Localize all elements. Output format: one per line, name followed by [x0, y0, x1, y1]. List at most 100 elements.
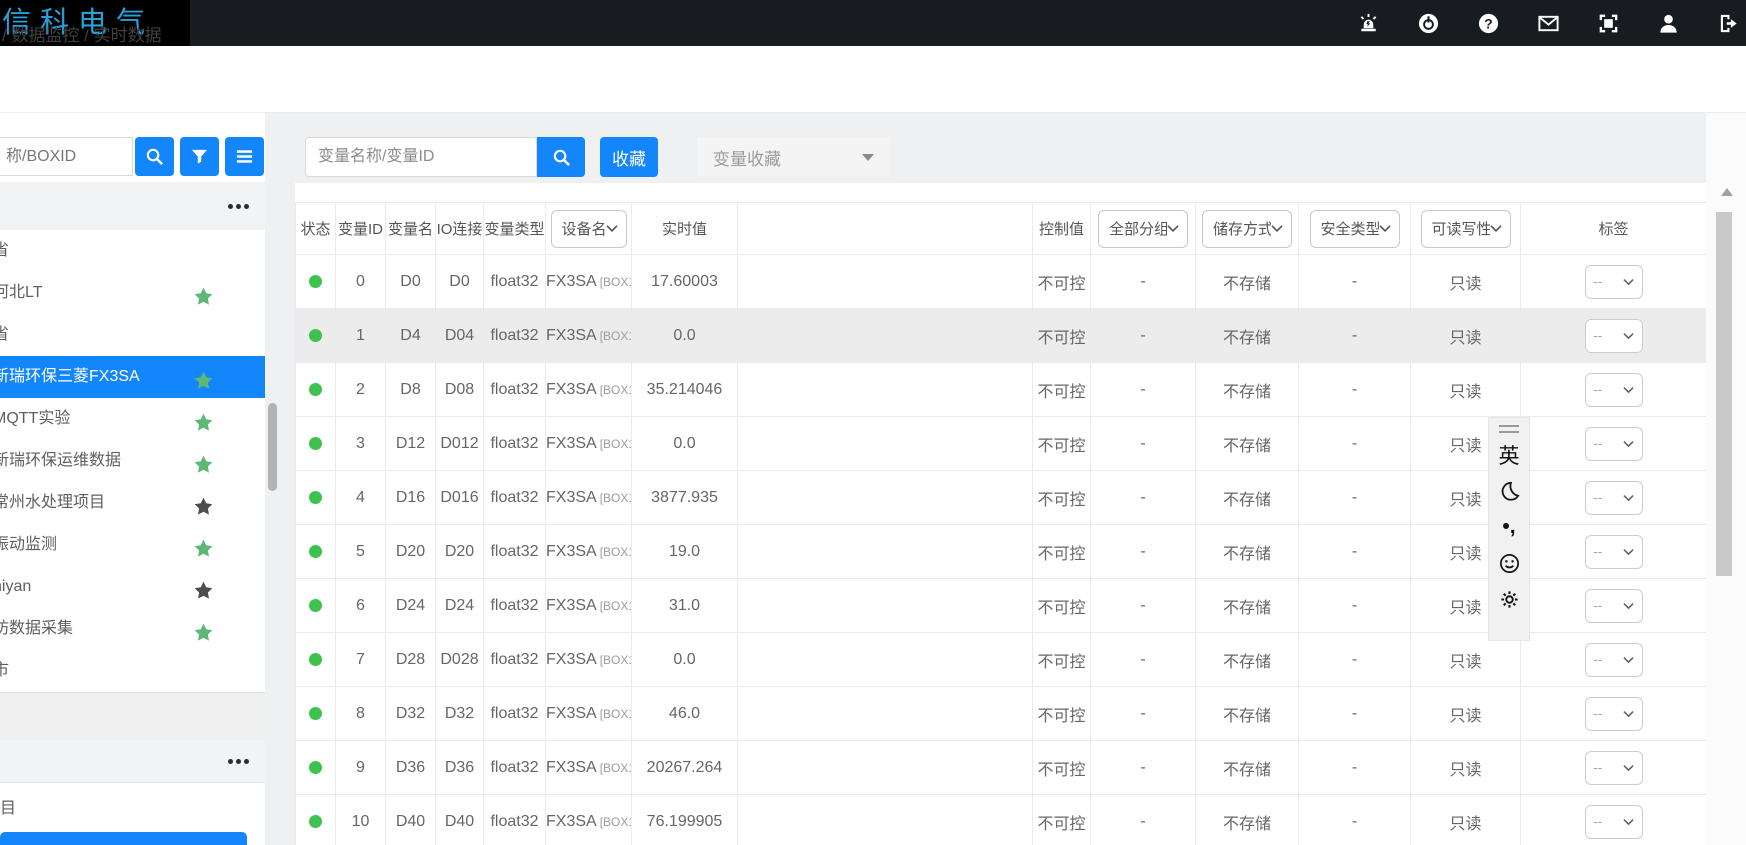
more-options-icon[interactable] [225, 759, 249, 764]
create-project-button[interactable]: 创建项目 [0, 832, 247, 845]
cell-value: 0.0 [632, 417, 738, 471]
column-header: 变量类型 [484, 203, 546, 255]
tree-item[interactable]: 省 [0, 230, 265, 272]
favorite-star-icon[interactable] [193, 618, 214, 639]
project-search-button[interactable] [135, 137, 174, 176]
tree-item[interactable]: 坊数据采集 [0, 608, 265, 650]
tree-item[interactable]: 市 [0, 650, 265, 692]
column-filter-select[interactable]: 设备名称 [551, 210, 627, 248]
tag-select[interactable]: -- [1585, 427, 1643, 461]
cell-text: 不存储 [1223, 654, 1271, 671]
tag-select[interactable]: -- [1585, 373, 1643, 407]
favorite-star-icon[interactable] [193, 450, 214, 471]
ime-smiley-icon[interactable] [1489, 545, 1529, 581]
favorite-star-icon[interactable] [193, 408, 214, 429]
cell-control: 不可控 [1033, 579, 1091, 633]
project-filter-button[interactable] [180, 137, 219, 176]
column-filter-select[interactable]: 储存方式 [1202, 210, 1292, 248]
tag-select[interactable]: -- [1585, 751, 1643, 785]
tree-item[interactable]: hiyan [0, 566, 265, 608]
tag-select[interactable]: -- [1585, 643, 1643, 677]
ime-punct-icon[interactable]: •, [1489, 509, 1529, 545]
ime-moon-icon[interactable] [1489, 473, 1529, 509]
tree-section-header [0, 740, 265, 783]
favorite-star-icon[interactable] [193, 366, 214, 387]
favorite-select[interactable]: 变量收藏 [697, 137, 890, 177]
chevron-down-icon [1379, 224, 1391, 233]
table-row[interactable]: 9D36D36float32FX3SA[BOX1]20267.264不可控-不存… [296, 741, 1707, 795]
cell-tag: -- [1521, 525, 1707, 579]
project-list-button[interactable] [225, 137, 264, 176]
scrollbar-thumb[interactable] [1716, 212, 1732, 576]
device-box-id: [BOX1] [600, 707, 632, 721]
filter-select-label: 可读写性 [1432, 218, 1490, 239]
cell-io: D36 [436, 741, 484, 795]
sidebar-scrollbar-thumb[interactable] [268, 403, 277, 491]
cell-empty [738, 309, 1033, 363]
cell-storage: 不存储 [1196, 309, 1299, 363]
device-name: FX3SA [546, 813, 597, 830]
tag-select[interactable]: -- [1585, 535, 1643, 569]
tree-item[interactable]: MQTT实验 [0, 398, 265, 440]
column-filter-select[interactable]: 可读写性 [1421, 210, 1511, 248]
tag-select[interactable]: -- [1585, 481, 1643, 515]
project-search-input[interactable] [0, 137, 133, 176]
variable-search-button[interactable] [537, 137, 585, 177]
tag-select[interactable]: -- [1585, 319, 1643, 353]
tree-item-label: 市 [0, 662, 9, 679]
tree-item[interactable]: 新瑞环保三菱FX3SA [0, 356, 265, 398]
tag-select[interactable]: -- [1585, 805, 1643, 839]
cell-security: - [1299, 417, 1411, 471]
cell-group: - [1091, 525, 1196, 579]
cell-id: 5 [336, 525, 386, 579]
table-header-row: 状态变量ID变量名IO连接变量类型设备名称实时值控制值全部分组储存方式安全类型可… [296, 203, 1707, 255]
device-name: FX3SA [546, 273, 597, 290]
tag-select[interactable]: -- [1585, 589, 1643, 623]
logout-icon[interactable] [1717, 12, 1740, 35]
cell-value: 0.0 [632, 309, 738, 363]
cell-empty [738, 633, 1033, 687]
column-filter-select[interactable]: 安全类型 [1310, 210, 1400, 248]
table-row[interactable]: 8D32D32float32FX3SA[BOX1]46.0不可控-不存储-只读-… [296, 687, 1707, 741]
table-row[interactable]: 1D4D04float32FX3SA[BOX1]0.0不可控-不存储-只读-- [296, 309, 1707, 363]
cell-text: - [1352, 597, 1357, 614]
cell-text: - [1140, 759, 1145, 776]
tree-item[interactable]: 振动监测 [0, 524, 265, 566]
tree-item-partial[interactable]: 目 [0, 793, 265, 825]
tree-item[interactable]: 省 [0, 314, 265, 356]
favorite-star-icon[interactable] [193, 492, 214, 513]
favorite-star-icon[interactable] [193, 282, 214, 303]
cell-text: 只读 [1449, 330, 1481, 347]
favorite-star-icon[interactable] [193, 576, 214, 597]
chevron-down-icon [1490, 224, 1502, 233]
more-options-icon[interactable] [225, 204, 249, 209]
cell-empty [738, 363, 1033, 417]
column-filter-select[interactable]: 全部分组 [1098, 210, 1188, 248]
tag-select[interactable]: -- [1585, 265, 1643, 299]
breadcrumb[interactable]: / 数据监控 / 实时数据 [2, 21, 162, 46]
cell-text: 只读 [1449, 600, 1481, 617]
scrollbar-up-arrow-icon[interactable] [1721, 188, 1733, 196]
cell-status [296, 417, 336, 471]
cell-text: 3 [356, 435, 365, 452]
favorite-star-icon[interactable] [193, 534, 214, 555]
tree-item[interactable]: 新瑞环保运维数据 [0, 440, 265, 482]
variable-search-input[interactable] [305, 137, 537, 177]
cell-text: 不可控 [1037, 492, 1085, 509]
ime-gear-icon[interactable] [1489, 581, 1529, 617]
cell-type: float32 [484, 687, 546, 741]
table-row[interactable]: 2D8D08float32FX3SA[BOX1]35.214046不可控-不存储… [296, 363, 1707, 417]
tree-item[interactable]: 河北LT [0, 272, 265, 314]
cell-id: 2 [336, 363, 386, 417]
table-row[interactable]: 10D40D40float32FX3SA[BOX1]76.199905不可控-不… [296, 795, 1707, 845]
tag-select[interactable]: -- [1585, 697, 1643, 731]
cell-text: 不可控 [1037, 816, 1085, 833]
ime-lang-icon[interactable]: 英 [1489, 437, 1529, 473]
cell-type: float32 [484, 417, 546, 471]
favorite-button[interactable]: 收藏 [600, 137, 658, 177]
table-row[interactable]: 0D0D0float32FX3SA[BOX1]17.60003不可控-不存储-只… [296, 255, 1707, 309]
cell-name: D12 [386, 417, 436, 471]
cell-text: float32 [490, 651, 538, 668]
tree-item[interactable]: 常州水处理项目 [0, 482, 265, 524]
ime-drag-handle-icon[interactable] [1499, 425, 1519, 433]
